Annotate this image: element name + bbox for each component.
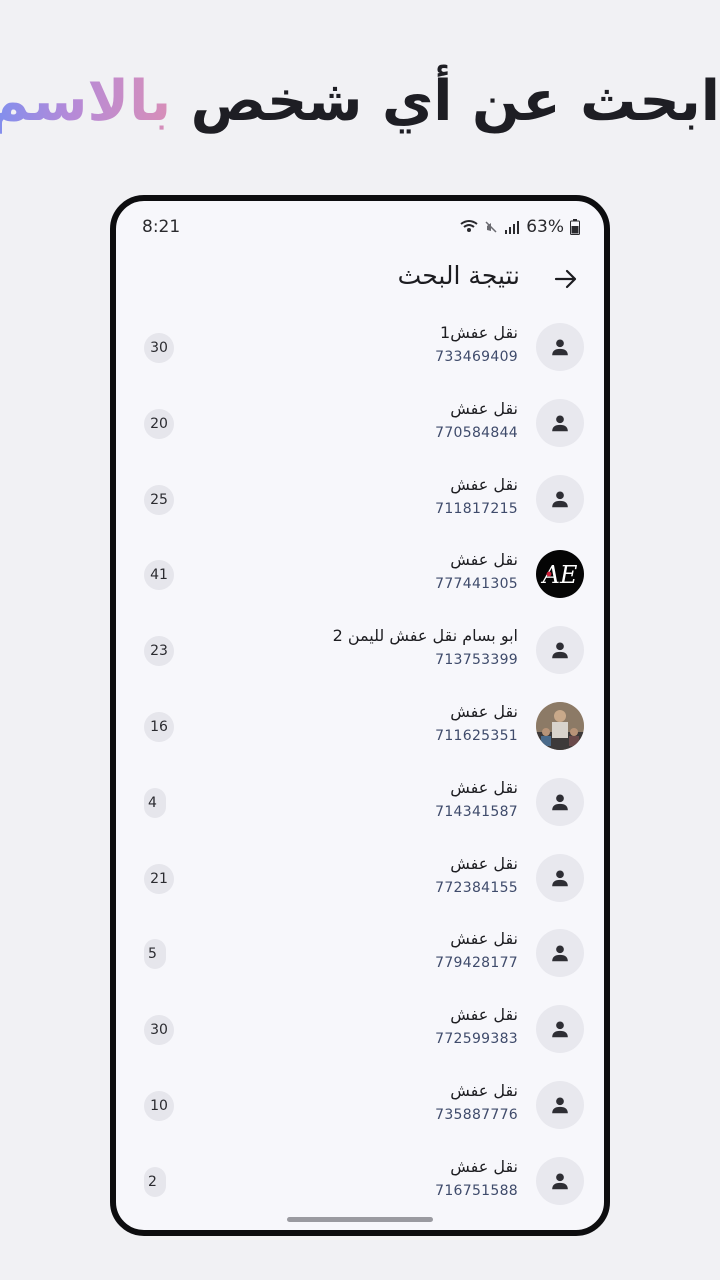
contact-phone: 770584844 xyxy=(435,424,518,441)
contact-name: نقل عفش xyxy=(450,853,518,873)
list-item[interactable]: نقل عفش 711625351 16 xyxy=(116,698,604,774)
list-item[interactable]: نقل عفش 714341587 4 xyxy=(116,774,604,850)
count-badge: 41 xyxy=(144,560,174,591)
contact-phone: 711625351 xyxy=(435,727,518,744)
contact-name: نقل عفش xyxy=(450,1156,518,1176)
avatar xyxy=(536,474,584,523)
phone-frame: 8:21 63% نتيجة البحث نقل عفش1 733469409 … xyxy=(110,195,610,1236)
back-arrow-icon[interactable] xyxy=(552,265,580,293)
count-badge: 20 xyxy=(144,408,174,439)
svg-text:AE: AE xyxy=(541,561,578,589)
list-item[interactable]: نقل عفش 770584844 20 xyxy=(116,395,604,471)
count-badge: 4 xyxy=(144,787,166,818)
avatar: AE xyxy=(536,550,584,599)
headline-text: ابحث عن أي شخص xyxy=(171,69,720,134)
contact-phone: 713753399 xyxy=(435,652,518,669)
contact-name: نقل عفش1 xyxy=(440,323,518,342)
contact-name: نقل عفش xyxy=(450,398,518,418)
person-icon xyxy=(552,794,568,811)
count-badge: 23 xyxy=(144,636,174,667)
count-badge: 16 xyxy=(144,711,174,742)
wifi-icon xyxy=(460,220,478,232)
contact-phone: 772599383 xyxy=(435,1031,518,1048)
home-indicator[interactable] xyxy=(287,1217,433,1222)
count-badge: 10 xyxy=(144,1090,174,1121)
list-item[interactable]: نقل عفش 772384155 21 xyxy=(116,850,604,926)
status-time: 8:21 xyxy=(142,217,181,237)
contact-name: ابو بسام نقل عفش لليمن 2 xyxy=(332,626,518,646)
list-item[interactable]: نقل عفش 779428177 5 xyxy=(116,925,604,1001)
count-badge: 5 xyxy=(144,939,166,970)
contact-phone: 735887776 xyxy=(435,1106,518,1123)
avatar xyxy=(536,398,584,447)
count-badge: 2 xyxy=(144,1166,166,1197)
battery-percent: 63% xyxy=(526,217,564,237)
contact-name: نقل عفش xyxy=(450,550,518,570)
avatar xyxy=(536,1156,584,1205)
battery-icon xyxy=(570,219,580,235)
count-badge: 30 xyxy=(144,333,174,363)
photo-avatar-icon xyxy=(536,701,584,750)
contact-phone: 772384155 xyxy=(435,879,518,896)
avatar xyxy=(536,701,584,750)
list-item[interactable]: نقل عفش1 733469409 30 xyxy=(116,319,604,395)
avatar xyxy=(536,626,584,675)
list-item[interactable]: نقل عفش 735887776 10 xyxy=(116,1077,604,1153)
contact-phone: 733469409 xyxy=(435,349,518,365)
page-title: نتيجة البحث xyxy=(397,261,520,290)
person-icon xyxy=(552,415,568,432)
avatar xyxy=(536,853,584,902)
person-icon xyxy=(552,945,568,962)
person-icon xyxy=(552,491,568,507)
contact-phone: 714341587 xyxy=(435,803,518,820)
list-item[interactable]: نقل عفش 711817215 25 xyxy=(116,471,604,547)
avatar xyxy=(536,929,584,978)
headline-accent-text: بالاسم xyxy=(0,69,171,134)
count-badge: 30 xyxy=(144,1015,174,1046)
avatar xyxy=(536,323,584,371)
avatar xyxy=(536,1080,584,1129)
results-list: نقل عفش1 733469409 30 نقل عفش 770584844 … xyxy=(116,319,604,1229)
promo-headline: ابحث عن أي شخص بالاسم xyxy=(0,62,720,142)
person-icon xyxy=(552,1097,568,1114)
contact-phone: 716751588 xyxy=(435,1182,518,1199)
mute-icon xyxy=(485,221,497,233)
contact-name: نقل عفش xyxy=(450,929,518,949)
list-item[interactable]: ابو بسام نقل عفش لليمن 2 713753399 23 xyxy=(116,622,604,698)
app-bar: نتيجة البحث xyxy=(116,255,604,303)
contact-phone: 777441305 xyxy=(435,576,518,593)
contact-name: نقل عفش xyxy=(450,701,518,721)
person-icon xyxy=(552,339,568,356)
contact-name: نقل عفش xyxy=(450,474,518,494)
signal-icon xyxy=(505,221,520,234)
contact-phone: 779428177 xyxy=(435,955,518,972)
count-badge: 21 xyxy=(144,863,174,894)
person-icon xyxy=(552,1173,568,1190)
list-item[interactable]: AE نقل عفش 777441305 41 xyxy=(116,546,604,622)
contact-phone: 711817215 xyxy=(435,500,518,517)
count-badge: 25 xyxy=(144,484,174,515)
person-icon xyxy=(552,642,568,659)
status-bar: 8:21 63% xyxy=(142,215,580,241)
contact-name: نقل عفش xyxy=(450,1080,518,1100)
contact-name: نقل عفش xyxy=(450,777,518,797)
contact-name: نقل عفش xyxy=(450,1005,518,1025)
person-icon xyxy=(552,870,568,886)
avatar xyxy=(536,777,584,826)
list-item[interactable]: نقل عفش 772599383 30 xyxy=(116,1001,604,1077)
logo-avatar-icon: AE xyxy=(541,561,578,589)
avatar xyxy=(536,1005,584,1054)
person-icon xyxy=(552,1021,568,1038)
